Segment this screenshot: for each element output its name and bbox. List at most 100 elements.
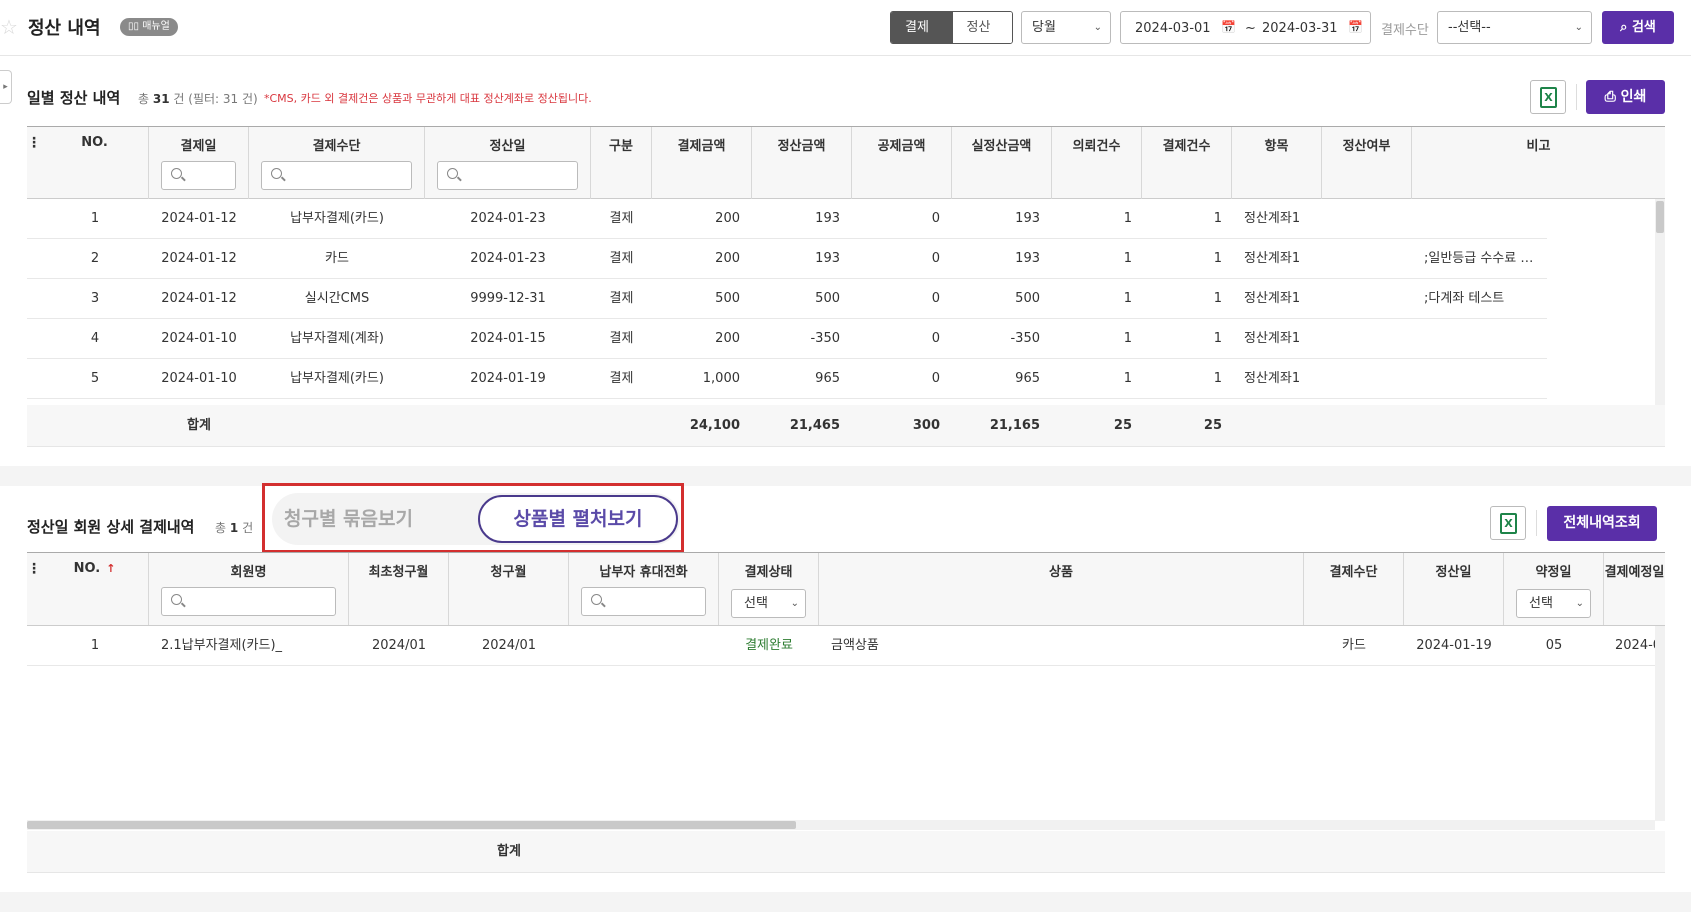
col-actual-settlement[interactable]: 실정산금액 — [952, 127, 1052, 199]
col-payment-count[interactable]: 결제건수 — [1142, 127, 1232, 199]
col-scheduled-payment-date[interactable]: 결제예정일 — [1604, 553, 1665, 625]
col-label: 약정일 — [1535, 565, 1572, 580]
col-payer-phone[interactable]: 납부자 휴대전화 — [569, 553, 719, 625]
payment-method-select[interactable]: --선택-- ⌄ — [1437, 11, 1592, 44]
column-menu-icon[interactable]: ⋮ — [27, 135, 41, 151]
page-footer-band — [0, 892, 1691, 912]
table-cell: 결제 — [609, 251, 634, 266]
period-select-value: 당월 — [1032, 20, 1056, 35]
date-to-input[interactable]: 2024-03-31 — [1262, 21, 1338, 36]
table-row[interactable]: 4 2024-01-10 납부자결제(계좌) 2024-01-15 결제 200 -350 0… — [27, 319, 1547, 359]
col-settlement-amount[interactable]: 정산금액 — [752, 127, 852, 199]
vertical-scrollbar[interactable] — [1655, 199, 1665, 405]
table-row[interactable]: 1 2.1납부자결제(카드)_ 2024/01 2024/01 결제완료 금액상품 카드 20… — [27, 626, 1665, 666]
daily-settlement-grid: ⋮ NO. 결제일 결제수단 정산일 구분 결제금액 정산금액 공제금액 실정산… — [27, 126, 1665, 447]
scrollbar-thumb[interactable] — [27, 821, 796, 829]
calendar-icon[interactable]: 📅 — [1348, 20, 1363, 34]
total-label: 합계 — [497, 844, 521, 859]
table-cell: 정산계좌1 — [1244, 291, 1301, 306]
col-remarks[interactable]: 비고 — [1412, 127, 1665, 199]
table-row[interactable]: 2 2024-01-12 카드 2024-01-23 결제 200 193 0 193 1 1 정산계… — [27, 239, 1547, 279]
col-type[interactable]: 구분 — [591, 127, 652, 199]
table-cell — [1424, 199, 1574, 239]
table-row[interactable]: 3 2024-01-12 실시간CMS 9999-12-31 결제 500 500 0 500 1… — [27, 279, 1547, 319]
table-cell: 2024-01-10 — [161, 371, 237, 386]
col-label: 항목 — [1264, 139, 1289, 154]
contract-day-filter[interactable]: 선택 ⌄ — [1516, 589, 1591, 618]
tab-settlement-date[interactable]: 정산일 — [951, 12, 1012, 43]
col-label: 결제수단 — [1329, 565, 1378, 580]
view-all-button[interactable]: 전체내역조회 — [1547, 506, 1657, 541]
period-select[interactable]: 당월 ⌄ — [1021, 11, 1111, 44]
column-menu-icon[interactable]: ⋮ — [27, 561, 41, 577]
table-cell: 500 — [1015, 291, 1040, 306]
col-settled[interactable]: 정산여부 — [1322, 127, 1412, 199]
col-settlement-date[interactable]: 정산일 — [425, 127, 591, 199]
table-cell: 1 — [1123, 331, 1132, 346]
col-first-billing-month[interactable]: 최초청구월 — [349, 553, 449, 625]
table-cell: 납부자결제(계좌) — [290, 331, 384, 346]
table-cell: 1 — [1213, 371, 1222, 386]
table-cell: 1 — [1213, 251, 1222, 266]
col-billing-month[interactable]: 청구월 — [449, 553, 569, 625]
col-settlement-date[interactable]: 정산일 — [1404, 553, 1504, 625]
grouped-view-option[interactable]: 청구별 묶음보기 — [284, 504, 413, 531]
date-from-input[interactable]: 2024-03-01 — [1135, 21, 1211, 36]
table-cell: 500 — [815, 291, 840, 306]
table-cell: 1,000 — [702, 371, 740, 386]
horizontal-scrollbar[interactable] — [27, 820, 1655, 830]
table-cell: 500 — [715, 291, 740, 306]
table-cell — [1424, 319, 1574, 359]
payment-status-filter[interactable]: 선택 ⌄ — [731, 589, 806, 618]
col-no[interactable]: NO. ↑ — [41, 553, 149, 625]
header-divider — [0, 55, 1691, 56]
grid-header: ⋮ NO. 결제일 결제수단 정산일 구분 결제금액 정산금액 공제금액 실정산… — [27, 127, 1665, 199]
table-cell: 0 — [931, 371, 940, 386]
col-no[interactable]: NO. — [41, 127, 149, 199]
search-button[interactable]: ⌕ 검색 — [1602, 11, 1674, 44]
sort-ascending-icon[interactable]: ↑ — [106, 562, 115, 575]
col-payment-date[interactable]: 결제일 — [149, 127, 249, 199]
col-deduction-amount[interactable]: 공제금액 — [852, 127, 952, 199]
sidebar-expand-handle[interactable]: ▸ — [0, 70, 12, 104]
member-name-filter[interactable] — [161, 587, 336, 616]
col-payment-method[interactable]: 결제수단 — [249, 127, 425, 199]
col-payment-status[interactable]: 결제상태 선택 ⌄ — [719, 553, 819, 625]
print-button[interactable]: ⎙ 인쇄 — [1586, 80, 1665, 114]
date-range-field[interactable]: 2024-03-01 📅 ~ 2024-03-31 📅 — [1120, 11, 1371, 44]
scrollbar-thumb[interactable] — [1656, 201, 1664, 233]
vertical-scrollbar[interactable] — [1655, 626, 1665, 821]
table-row[interactable]: 1 2024-01-12 납부자결제(카드) 2024-01-23 결제 200 193 0 1… — [27, 199, 1547, 239]
favorite-star-icon[interactable]: ☆ — [0, 16, 22, 38]
col-product[interactable]: 상품 — [819, 553, 1304, 625]
payment-method-filter[interactable] — [261, 161, 412, 190]
settlement-date-filter[interactable] — [437, 161, 578, 190]
tab-payment-date[interactable]: 결제일 — [891, 12, 952, 43]
table-cell — [1322, 359, 1412, 399]
expanded-view-option[interactable]: 상품별 펼처보기 — [478, 495, 678, 543]
toolbar-divider — [1536, 510, 1537, 536]
col-contract-day[interactable]: 약정일 선택 ⌄ — [1504, 553, 1604, 625]
table-cell — [1322, 199, 1412, 239]
total-label: 합계 — [187, 418, 211, 433]
table-cell: 납부자결제(카드) — [290, 211, 384, 226]
col-payment-method[interactable]: 결제수단 — [1304, 553, 1404, 625]
col-item[interactable]: 항목 — [1232, 127, 1322, 199]
payment-method-label: 결제수단 — [1381, 23, 1429, 38]
detail-count: 총 1 건 — [215, 519, 253, 536]
table-row[interactable]: 5 2024-01-10 납부자결제(카드) 2024-01-19 결제 1,000 965… — [27, 359, 1547, 399]
search-icon: ⌕ — [1620, 20, 1628, 35]
table-cell: 2024/01 — [371, 638, 426, 653]
col-request-count[interactable]: 의뢰건수 — [1052, 127, 1142, 199]
table-cell: -350 — [1010, 331, 1040, 346]
payment-date-filter[interactable] — [161, 161, 236, 190]
col-member-name[interactable]: 회원명 — [149, 553, 349, 625]
col-payment-amount[interactable]: 결제금액 — [652, 127, 752, 199]
detail-excel-download-button[interactable]: X — [1490, 506, 1526, 540]
col-label: 공제금액 — [877, 139, 926, 154]
daily-total-row: 합계 24,100 21,465 300 21,165 25 25 — [27, 405, 1665, 447]
calendar-icon[interactable]: 📅 — [1221, 20, 1236, 34]
payer-phone-filter[interactable] — [581, 587, 706, 616]
excel-download-button[interactable]: X — [1530, 80, 1566, 114]
manual-badge[interactable]: ▯▯ 매뉴얼 — [120, 18, 178, 36]
